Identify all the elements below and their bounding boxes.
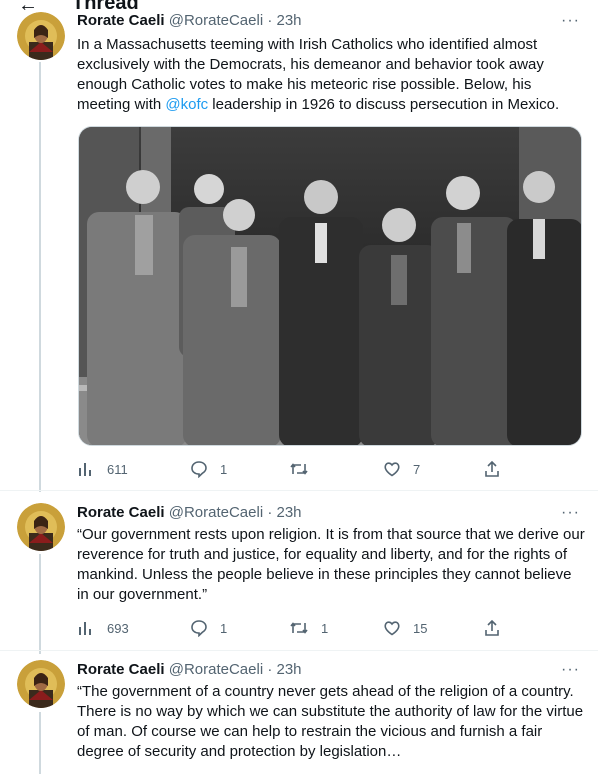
author-name[interactable]: Rorate Caeli xyxy=(77,504,165,521)
tweet-header: Rorate Caeli @RorateCaeli · 23h xyxy=(77,504,302,521)
reply-icon xyxy=(191,620,207,637)
more-options-icon[interactable]: ··· xyxy=(561,504,580,522)
share-icon xyxy=(485,460,499,477)
tweet-actions: 611 1 7 xyxy=(77,460,507,480)
tweet-header: Rorate Caeli @RorateCaeli · 23h xyxy=(77,12,302,29)
like-button[interactable]: 15 xyxy=(383,619,427,637)
reply-count: 1 xyxy=(220,461,228,477)
timestamp[interactable]: 23h xyxy=(277,504,302,521)
retweet-count: 1 xyxy=(321,620,329,636)
retweet-button[interactable] xyxy=(289,460,321,478)
tweet-text: “The government of a country never gets … xyxy=(77,683,584,760)
avatar[interactable] xyxy=(17,12,65,60)
views-icon xyxy=(79,622,91,635)
views-button[interactable]: 693 xyxy=(77,619,129,637)
share-button[interactable] xyxy=(483,619,501,637)
icon-avatar-image xyxy=(17,12,65,60)
thread-connector xyxy=(39,62,41,492)
icon-avatar-image xyxy=(17,503,65,551)
retweet-button[interactable]: 1 xyxy=(289,619,328,637)
share-icon xyxy=(485,619,499,636)
views-count: 611 xyxy=(107,461,128,477)
tweet-actions: 693 1 1 15 xyxy=(77,619,507,639)
more-options-icon[interactable]: ··· xyxy=(561,661,580,679)
separator: · xyxy=(267,12,273,29)
author-name[interactable]: Rorate Caeli xyxy=(77,661,165,678)
share-button[interactable] xyxy=(483,460,501,478)
views-count: 693 xyxy=(107,620,129,636)
timestamp[interactable]: 23h xyxy=(277,12,302,29)
retweet-icon xyxy=(290,463,308,475)
separator: · xyxy=(267,661,273,678)
more-options-icon[interactable]: ··· xyxy=(561,12,580,30)
avatar[interactable] xyxy=(17,503,65,551)
reply-button[interactable]: 1 xyxy=(190,619,227,637)
author-name[interactable]: Rorate Caeli xyxy=(77,12,165,29)
divider xyxy=(0,650,598,651)
thread-connector xyxy=(39,554,41,654)
reply-icon xyxy=(191,461,207,478)
divider xyxy=(0,490,598,491)
tweet-photo[interactable] xyxy=(78,126,582,446)
group-photo-image xyxy=(79,127,581,445)
heart-icon xyxy=(384,462,400,477)
reply-button[interactable]: 1 xyxy=(190,460,227,478)
timestamp[interactable]: 23h xyxy=(277,661,302,678)
thread-connector xyxy=(39,712,41,774)
author-handle[interactable]: @RorateCaeli xyxy=(169,661,263,678)
mention-link[interactable]: @kofc xyxy=(165,96,208,113)
heart-icon xyxy=(384,621,400,636)
author-handle[interactable]: @RorateCaeli xyxy=(169,504,263,521)
retweet-icon xyxy=(290,622,308,634)
tweet-text-part: leadership in 1926 to discuss persecutio… xyxy=(208,96,560,113)
avatar[interactable] xyxy=(17,660,65,708)
tweet-header: Rorate Caeli @RorateCaeli · 23h xyxy=(77,661,302,678)
like-count: 15 xyxy=(413,620,428,636)
icon-avatar-image xyxy=(17,660,65,708)
tweet-text: “Our government rests upon religion. It … xyxy=(77,526,585,603)
like-button[interactable]: 7 xyxy=(383,460,420,478)
views-icon xyxy=(79,463,91,476)
author-handle[interactable]: @RorateCaeli xyxy=(169,12,263,29)
views-button[interactable]: 611 xyxy=(77,460,128,478)
separator: · xyxy=(267,504,273,521)
like-count: 7 xyxy=(413,461,421,477)
tweet-text: In a Massachusetts teeming with Irish Ca… xyxy=(77,35,587,115)
reply-count: 1 xyxy=(220,620,228,636)
